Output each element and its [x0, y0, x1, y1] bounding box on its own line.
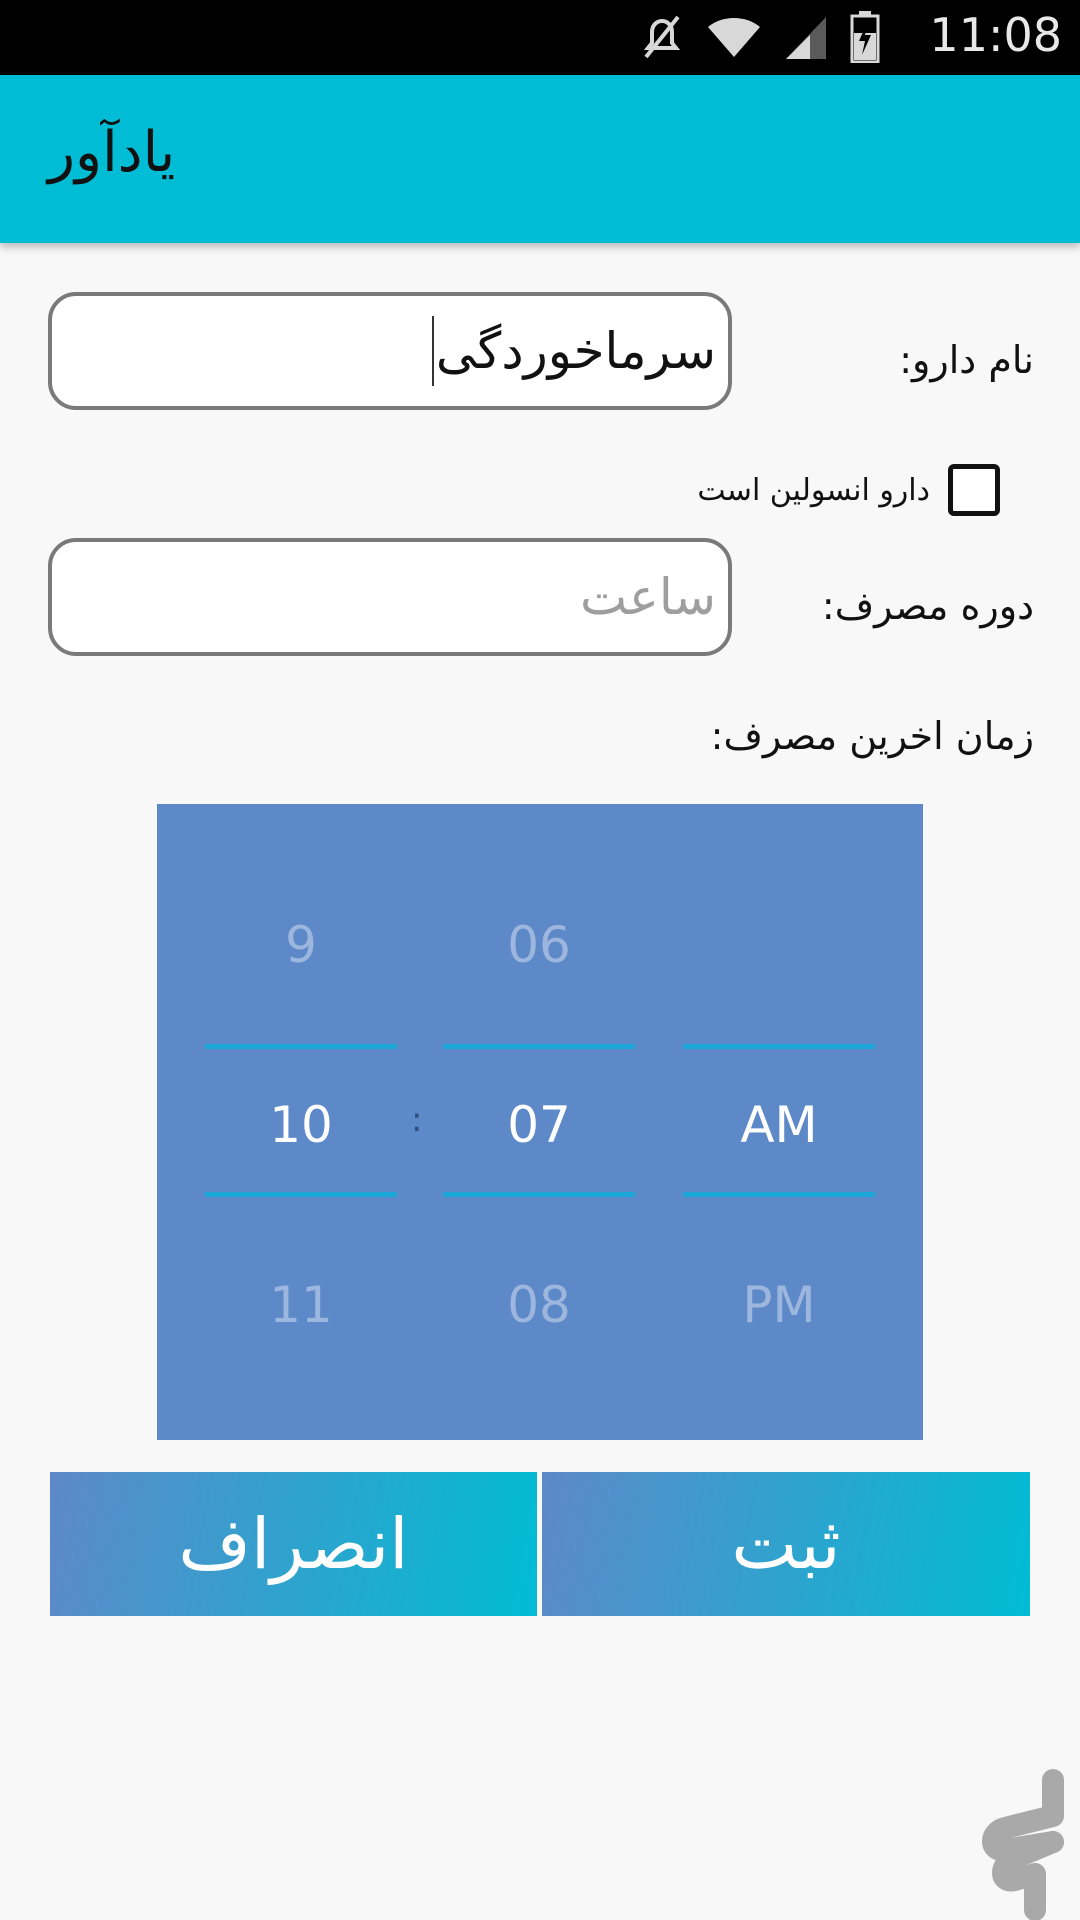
- minute-prev[interactable]: 06: [443, 916, 635, 974]
- hour-prev[interactable]: 9: [205, 916, 397, 974]
- insulin-checkbox-label: دارو انسولین است: [697, 472, 930, 508]
- last-time-label: زمان اخرین مصرف:: [710, 714, 1034, 758]
- ampm-spinner[interactable]: AM PM: [683, 804, 875, 1440]
- insulin-checkbox-row[interactable]: دارو انسولین است: [697, 462, 1000, 518]
- cancel-button[interactable]: انصراف: [50, 1472, 537, 1616]
- drug-name-label: نام دارو:: [899, 338, 1034, 382]
- app-title: یادآور: [48, 120, 176, 185]
- period-label: دوره مصرف:: [821, 584, 1034, 628]
- drug-name-input[interactable]: سرماخوردگی: [48, 292, 732, 410]
- signal-icon: [786, 17, 826, 59]
- time-separator: :: [411, 1100, 423, 1140]
- status-bar: 11:08: [0, 0, 1080, 75]
- minute-divider-top: [443, 1044, 635, 1049]
- time-picker: 9 10 11 : 06 07 08 AM PM: [157, 804, 923, 1440]
- minute-current[interactable]: 07: [443, 1096, 635, 1154]
- minute-spinner[interactable]: 06 07 08: [443, 804, 635, 1440]
- ampm-current[interactable]: AM: [683, 1096, 875, 1154]
- hour-divider-bottom: [205, 1192, 397, 1197]
- status-icons: [640, 11, 880, 63]
- insulin-checkbox[interactable]: [948, 464, 1000, 516]
- ampm-divider-top: [683, 1044, 875, 1049]
- drug-name-value: سرماخوردگی: [435, 322, 716, 380]
- period-input[interactable]: ساعت: [48, 538, 732, 656]
- hour-divider-top: [205, 1044, 397, 1049]
- ampm-divider-bottom: [683, 1192, 875, 1197]
- text-caret: [431, 316, 434, 386]
- minute-next[interactable]: 08: [443, 1276, 635, 1334]
- hour-current[interactable]: 10: [205, 1096, 397, 1154]
- period-placeholder: ساعت: [579, 568, 716, 626]
- submit-button[interactable]: ثبت: [542, 1472, 1030, 1616]
- hour-spinner[interactable]: 9 10 11: [205, 804, 397, 1440]
- minute-divider-bottom: [443, 1192, 635, 1197]
- ampm-next[interactable]: PM: [683, 1276, 875, 1334]
- store-logo-icon: [982, 1769, 1064, 1920]
- mute-icon: [643, 15, 681, 59]
- wifi-icon: [708, 18, 760, 57]
- app-bar: یادآور: [0, 75, 1080, 243]
- hour-next[interactable]: 11: [205, 1276, 397, 1334]
- battery-icon: [850, 11, 880, 63]
- status-time: 11:08: [929, 8, 1062, 62]
